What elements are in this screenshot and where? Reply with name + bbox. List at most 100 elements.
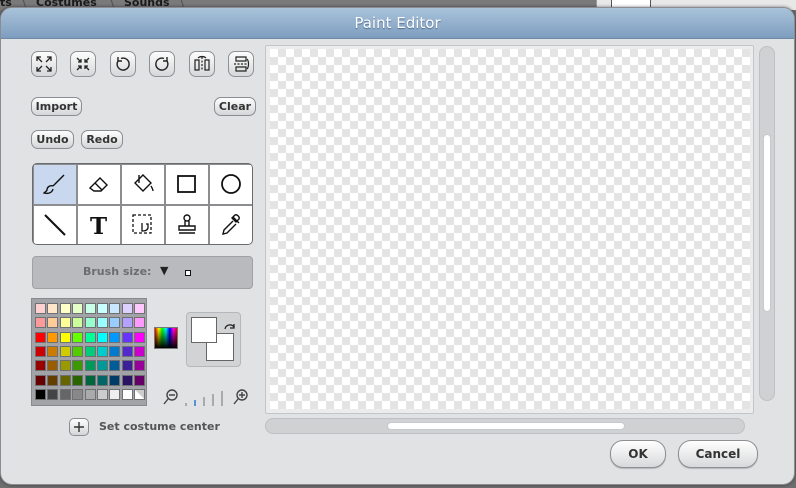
color-swatch[interactable] bbox=[109, 317, 121, 329]
color-swatch[interactable] bbox=[35, 345, 46, 357]
color-swatch[interactable] bbox=[72, 317, 84, 329]
color-swatch[interactable] bbox=[84, 317, 96, 329]
color-swatch[interactable] bbox=[84, 345, 96, 357]
rectangle-tool[interactable] bbox=[166, 165, 208, 204]
color-swatch[interactable] bbox=[84, 331, 96, 343]
color-swatch[interactable] bbox=[97, 317, 108, 329]
color-swatch[interactable] bbox=[47, 303, 59, 314]
color-swatch[interactable] bbox=[59, 388, 71, 400]
color-swatch[interactable] bbox=[35, 331, 46, 343]
vertical-scrollbar[interactable] bbox=[759, 46, 775, 401]
color-swatch[interactable] bbox=[109, 374, 121, 386]
color-swatch[interactable] bbox=[59, 374, 71, 386]
color-swatch[interactable] bbox=[121, 360, 133, 372]
foreground-color-swatch[interactable] bbox=[191, 317, 217, 343]
cancel-button[interactable]: Cancel bbox=[678, 440, 758, 468]
color-swatch[interactable] bbox=[59, 331, 71, 343]
color-swatch[interactable] bbox=[35, 360, 46, 372]
color-swatch[interactable] bbox=[97, 331, 108, 343]
color-swatch[interactable] bbox=[47, 317, 59, 329]
color-swatch[interactable] bbox=[121, 331, 133, 343]
flip-vertical-button[interactable] bbox=[228, 51, 254, 77]
color-swatch[interactable] bbox=[72, 303, 84, 314]
color-picker-swatch[interactable] bbox=[154, 327, 178, 349]
color-swatch[interactable] bbox=[109, 303, 121, 314]
color-swatch[interactable] bbox=[59, 345, 71, 357]
color-swatch[interactable] bbox=[134, 345, 146, 357]
dropdown-arrow-icon[interactable]: ▼ bbox=[160, 264, 168, 277]
color-swatch[interactable] bbox=[109, 331, 121, 343]
color-swatch[interactable] bbox=[84, 303, 96, 314]
brush-size-bar[interactable]: Brush size: ▼ bbox=[32, 256, 253, 289]
color-swatch[interactable] bbox=[72, 345, 84, 357]
redo-button[interactable]: Redo bbox=[81, 130, 123, 149]
zoom-level-indicator[interactable] bbox=[183, 389, 227, 407]
color-swatch[interactable] bbox=[109, 345, 121, 357]
clear-button[interactable]: Clear bbox=[214, 97, 256, 116]
color-swatch[interactable] bbox=[35, 374, 46, 386]
color-swatch[interactable] bbox=[109, 360, 121, 372]
zoom-out-icon[interactable] bbox=[163, 388, 179, 406]
color-swatch[interactable] bbox=[72, 360, 84, 372]
color-swatch[interactable] bbox=[47, 388, 59, 400]
color-swatch[interactable] bbox=[59, 303, 71, 314]
eyedropper-tool[interactable] bbox=[210, 206, 252, 244]
color-swatch[interactable] bbox=[47, 374, 59, 386]
ellipse-tool[interactable] bbox=[210, 165, 252, 204]
color-swatch[interactable] bbox=[134, 360, 146, 372]
color-swatch[interactable] bbox=[47, 345, 59, 357]
color-swatch[interactable] bbox=[121, 345, 133, 357]
grow-button[interactable] bbox=[31, 51, 57, 77]
color-swatch[interactable] bbox=[72, 331, 84, 343]
color-swatch[interactable] bbox=[35, 388, 46, 400]
color-swatch[interactable] bbox=[97, 388, 108, 400]
color-swatch[interactable] bbox=[97, 360, 108, 372]
color-swatch[interactable] bbox=[121, 317, 133, 329]
color-swatch[interactable] bbox=[97, 303, 108, 314]
text-tool[interactable]: T bbox=[78, 206, 120, 244]
color-swatch[interactable] bbox=[35, 317, 46, 329]
transparent-color-swatch[interactable] bbox=[134, 388, 146, 400]
color-swatch[interactable] bbox=[84, 388, 96, 400]
stamp-tool[interactable] bbox=[166, 206, 208, 244]
color-swatch[interactable] bbox=[121, 374, 133, 386]
zoom-in-icon[interactable] bbox=[231, 388, 249, 406]
color-swatch[interactable] bbox=[121, 303, 133, 314]
ok-button[interactable]: OK bbox=[610, 440, 666, 468]
rotate-right-button[interactable] bbox=[149, 51, 175, 77]
color-swatch[interactable] bbox=[97, 374, 108, 386]
title-bar[interactable]: Paint Editor bbox=[1, 8, 794, 39]
set-center-button[interactable] bbox=[69, 418, 89, 436]
color-swatch[interactable] bbox=[121, 388, 133, 400]
horizontal-scroll-thumb[interactable] bbox=[387, 422, 625, 430]
undo-button[interactable]: Undo bbox=[31, 130, 74, 149]
color-swatch[interactable] bbox=[59, 317, 71, 329]
line-tool[interactable] bbox=[34, 206, 76, 244]
color-swatch[interactable] bbox=[97, 345, 108, 357]
select-tool[interactable] bbox=[122, 206, 164, 244]
paintbrush-tool[interactable] bbox=[34, 165, 76, 204]
shrink-button[interactable] bbox=[70, 51, 96, 77]
swap-colors-icon[interactable] bbox=[223, 323, 237, 335]
vertical-scroll-thumb[interactable] bbox=[763, 134, 771, 312]
horizontal-scrollbar[interactable] bbox=[265, 418, 745, 434]
color-swatch[interactable] bbox=[84, 360, 96, 372]
import-button[interactable]: Import bbox=[31, 97, 82, 116]
color-swatch[interactable] bbox=[35, 303, 46, 314]
fill-tool[interactable] bbox=[122, 165, 164, 204]
color-swatch[interactable] bbox=[134, 317, 146, 329]
color-swatch[interactable] bbox=[134, 331, 146, 343]
color-swatch[interactable] bbox=[134, 303, 146, 314]
flip-horizontal-button[interactable] bbox=[189, 51, 215, 77]
color-swatch[interactable] bbox=[109, 388, 121, 400]
color-swatch[interactable] bbox=[84, 374, 96, 386]
color-swatch[interactable] bbox=[47, 331, 59, 343]
color-swatch[interactable] bbox=[59, 360, 71, 372]
color-swatch[interactable] bbox=[72, 374, 84, 386]
color-swatch[interactable] bbox=[47, 360, 59, 372]
eraser-tool[interactable] bbox=[78, 165, 120, 204]
color-swatch[interactable] bbox=[134, 374, 146, 386]
drawing-canvas[interactable] bbox=[270, 49, 750, 409]
rotate-left-button[interactable] bbox=[110, 51, 136, 77]
color-swatch[interactable] bbox=[72, 388, 84, 400]
